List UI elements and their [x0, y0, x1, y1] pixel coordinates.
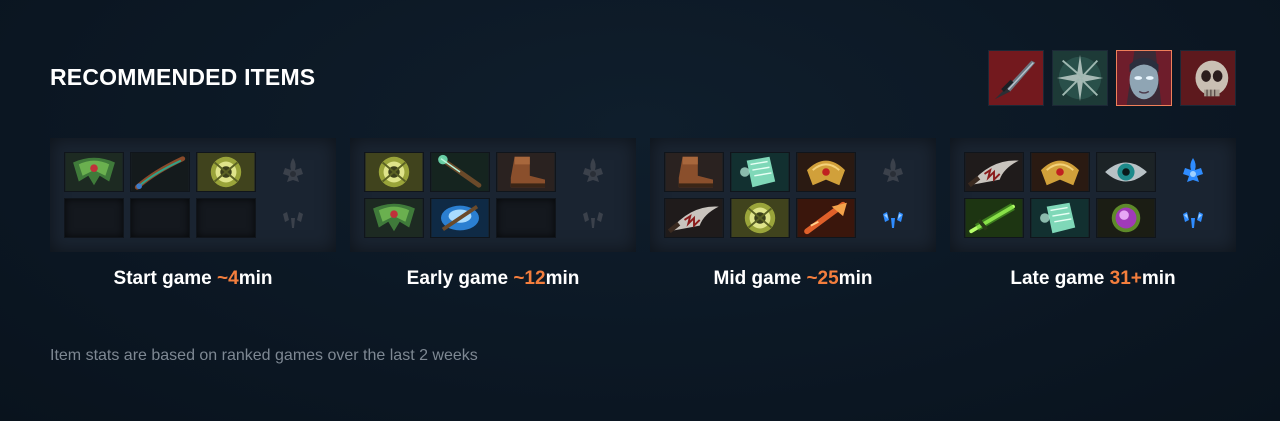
- phase-name: Early game: [406, 268, 514, 289]
- phase-label-early: Early game ~12min: [350, 268, 636, 290]
- upgrade-icons: [276, 152, 310, 238]
- upgrade-icons: [876, 152, 910, 238]
- hero-tab-portrait[interactable]: [1116, 50, 1172, 106]
- aghanims-shard-icon[interactable]: [1176, 198, 1210, 238]
- phase-unit: min: [838, 268, 873, 289]
- item-slot[interactable]: [664, 152, 724, 192]
- hero-portrait-icon: [1117, 51, 1171, 105]
- item-grid: [964, 152, 1156, 238]
- hero-tab-skull[interactable]: [1180, 50, 1236, 106]
- helm-icon: [65, 153, 123, 191]
- phase-name: Mid game: [713, 268, 807, 289]
- hero-tab-burst[interactable]: [1052, 50, 1108, 106]
- phase-time: ~12: [513, 268, 546, 289]
- item-slot[interactable]: [664, 198, 724, 238]
- item-grid: [364, 152, 556, 238]
- empty-item-slot: [64, 198, 124, 238]
- phase-time: ~4: [217, 268, 239, 289]
- item-slot[interactable]: [430, 152, 490, 192]
- axe-orange-icon: [797, 199, 855, 237]
- orb-icon: [731, 199, 789, 237]
- boots-icon: [497, 153, 555, 191]
- dagger-icon: [989, 51, 1043, 105]
- helm-icon: [365, 199, 423, 237]
- phase-time: ~25: [806, 268, 839, 289]
- item-slot[interactable]: [964, 152, 1024, 192]
- item-slot[interactable]: [796, 198, 856, 238]
- orb-icon: [365, 153, 423, 191]
- aghanims-scepter-icon[interactable]: [1176, 152, 1210, 192]
- phase-unit: min: [1141, 268, 1176, 289]
- blade-icon: [965, 153, 1023, 191]
- section-title: RECOMMENDED ITEMS: [50, 64, 316, 90]
- book-icon: [731, 153, 789, 191]
- recommended-items-panel: RECOMMENDED ITEMS Start game ~4min Early…: [0, 0, 1280, 421]
- phase-unit: min: [238, 268, 273, 289]
- aghanims-shard-icon[interactable]: [576, 198, 610, 238]
- upgrade-icons: [576, 152, 610, 238]
- phase-card-start: [50, 138, 336, 252]
- phase-card-late: [950, 138, 1236, 252]
- item-slot[interactable]: [1030, 152, 1090, 192]
- burst-icon: [1053, 51, 1107, 105]
- aghanims-shard-icon[interactable]: [876, 198, 910, 238]
- phase-label-mid: Mid game ~25min: [650, 268, 936, 290]
- upgrade-icons: [1176, 152, 1210, 238]
- empty-item-slot: [130, 198, 190, 238]
- item-slot[interactable]: [730, 152, 790, 192]
- phase-label-late: Late game 31+min: [950, 268, 1236, 290]
- hero-tab-dagger[interactable]: [988, 50, 1044, 106]
- item-slot[interactable]: [364, 198, 424, 238]
- item-slot[interactable]: [796, 152, 856, 192]
- phase-card-early: [350, 138, 636, 252]
- item-slot[interactable]: [430, 198, 490, 238]
- item-slot[interactable]: [1096, 152, 1156, 192]
- item-grid: [64, 152, 256, 238]
- phase-label-start: Start game ~4min: [50, 268, 336, 290]
- orb-blue-icon: [431, 199, 489, 237]
- eye-icon: [1097, 153, 1155, 191]
- branch-icon: [131, 153, 189, 191]
- mask-gold-icon: [797, 153, 855, 191]
- phase-name: Late game: [1010, 268, 1110, 289]
- mask-gold-icon: [1031, 153, 1089, 191]
- aghanims-scepter-icon[interactable]: [576, 152, 610, 192]
- phase-unit: min: [545, 268, 580, 289]
- orb-icon: [197, 153, 255, 191]
- phase-card-mid: [650, 138, 936, 252]
- item-grid: [664, 152, 856, 238]
- boots-icon: [665, 153, 723, 191]
- skull-icon: [1181, 51, 1235, 105]
- item-slot[interactable]: [1030, 198, 1090, 238]
- item-slot[interactable]: [130, 152, 190, 192]
- item-slot[interactable]: [730, 198, 790, 238]
- item-slot[interactable]: [496, 152, 556, 192]
- aghanims-scepter-icon[interactable]: [276, 152, 310, 192]
- stats-footnote: Item stats are based on ranked games ove…: [50, 347, 478, 364]
- orb-purple-icon: [1097, 199, 1155, 237]
- empty-item-slot: [496, 198, 556, 238]
- aghanims-shard-icon[interactable]: [276, 198, 310, 238]
- phase-time: 31+: [1109, 268, 1142, 289]
- sword-green-icon: [965, 199, 1023, 237]
- wand-icon: [431, 153, 489, 191]
- aghanims-scepter-icon[interactable]: [876, 152, 910, 192]
- item-slot[interactable]: [196, 152, 256, 192]
- book-icon: [1031, 199, 1089, 237]
- empty-item-slot: [196, 198, 256, 238]
- phase-name: Start game: [113, 268, 218, 289]
- item-slot[interactable]: [964, 198, 1024, 238]
- blade-icon: [665, 199, 723, 237]
- item-slot[interactable]: [364, 152, 424, 192]
- hero-tabs: [988, 50, 1236, 106]
- item-slot[interactable]: [64, 152, 124, 192]
- item-slot[interactable]: [1096, 198, 1156, 238]
